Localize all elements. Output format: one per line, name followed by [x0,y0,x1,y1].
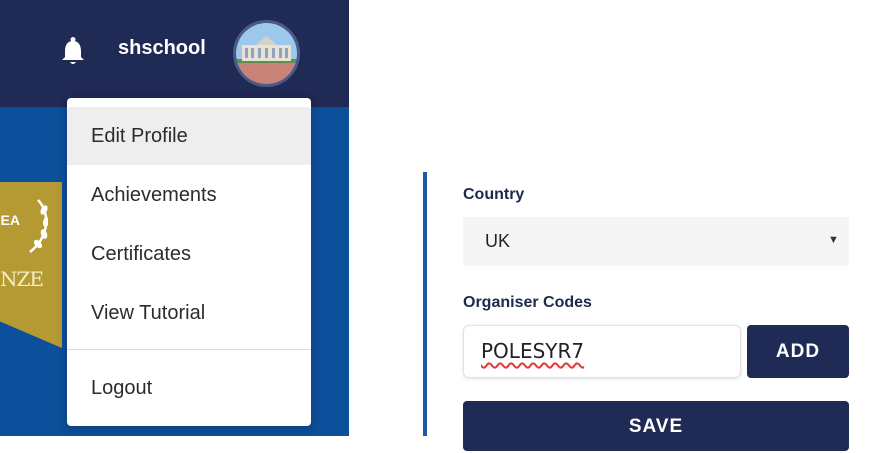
badge-text-top: EA [0,212,20,228]
menu-item-logout[interactable]: Logout [67,359,311,417]
country-selected-value: UK [485,231,511,251]
organiser-code-input[interactable]: POLESYR7 [463,325,741,378]
profile-dropdown-menu: Edit Profile Achievements Certificates V… [67,98,311,426]
bell-icon[interactable] [60,36,86,66]
menu-item-achievements[interactable]: Achievements [67,166,311,224]
menu-item-view-tutorial[interactable]: View Tutorial [67,284,311,342]
school-building-avatar [236,23,297,84]
menu-divider [67,349,311,350]
save-button[interactable]: SAVE [463,401,849,451]
avatar[interactable] [233,20,300,87]
country-label: Country [463,186,525,203]
section-divider-line [423,172,427,436]
laurel-icon [29,199,48,253]
add-code-button[interactable]: ADD [747,325,849,378]
organiser-codes-label: Organiser Codes [463,294,592,311]
organiser-code-value: POLESYR7 [481,339,585,363]
country-select[interactable]: UK [463,217,849,266]
chevron-down-icon[interactable]: ▼ [828,234,839,246]
menu-item-certificates[interactable]: Certificates [67,225,311,283]
menu-item-edit-profile[interactable]: Edit Profile [67,107,311,165]
username-label[interactable]: shschool [118,37,206,60]
badge-text-bottom: NZE [0,267,44,291]
